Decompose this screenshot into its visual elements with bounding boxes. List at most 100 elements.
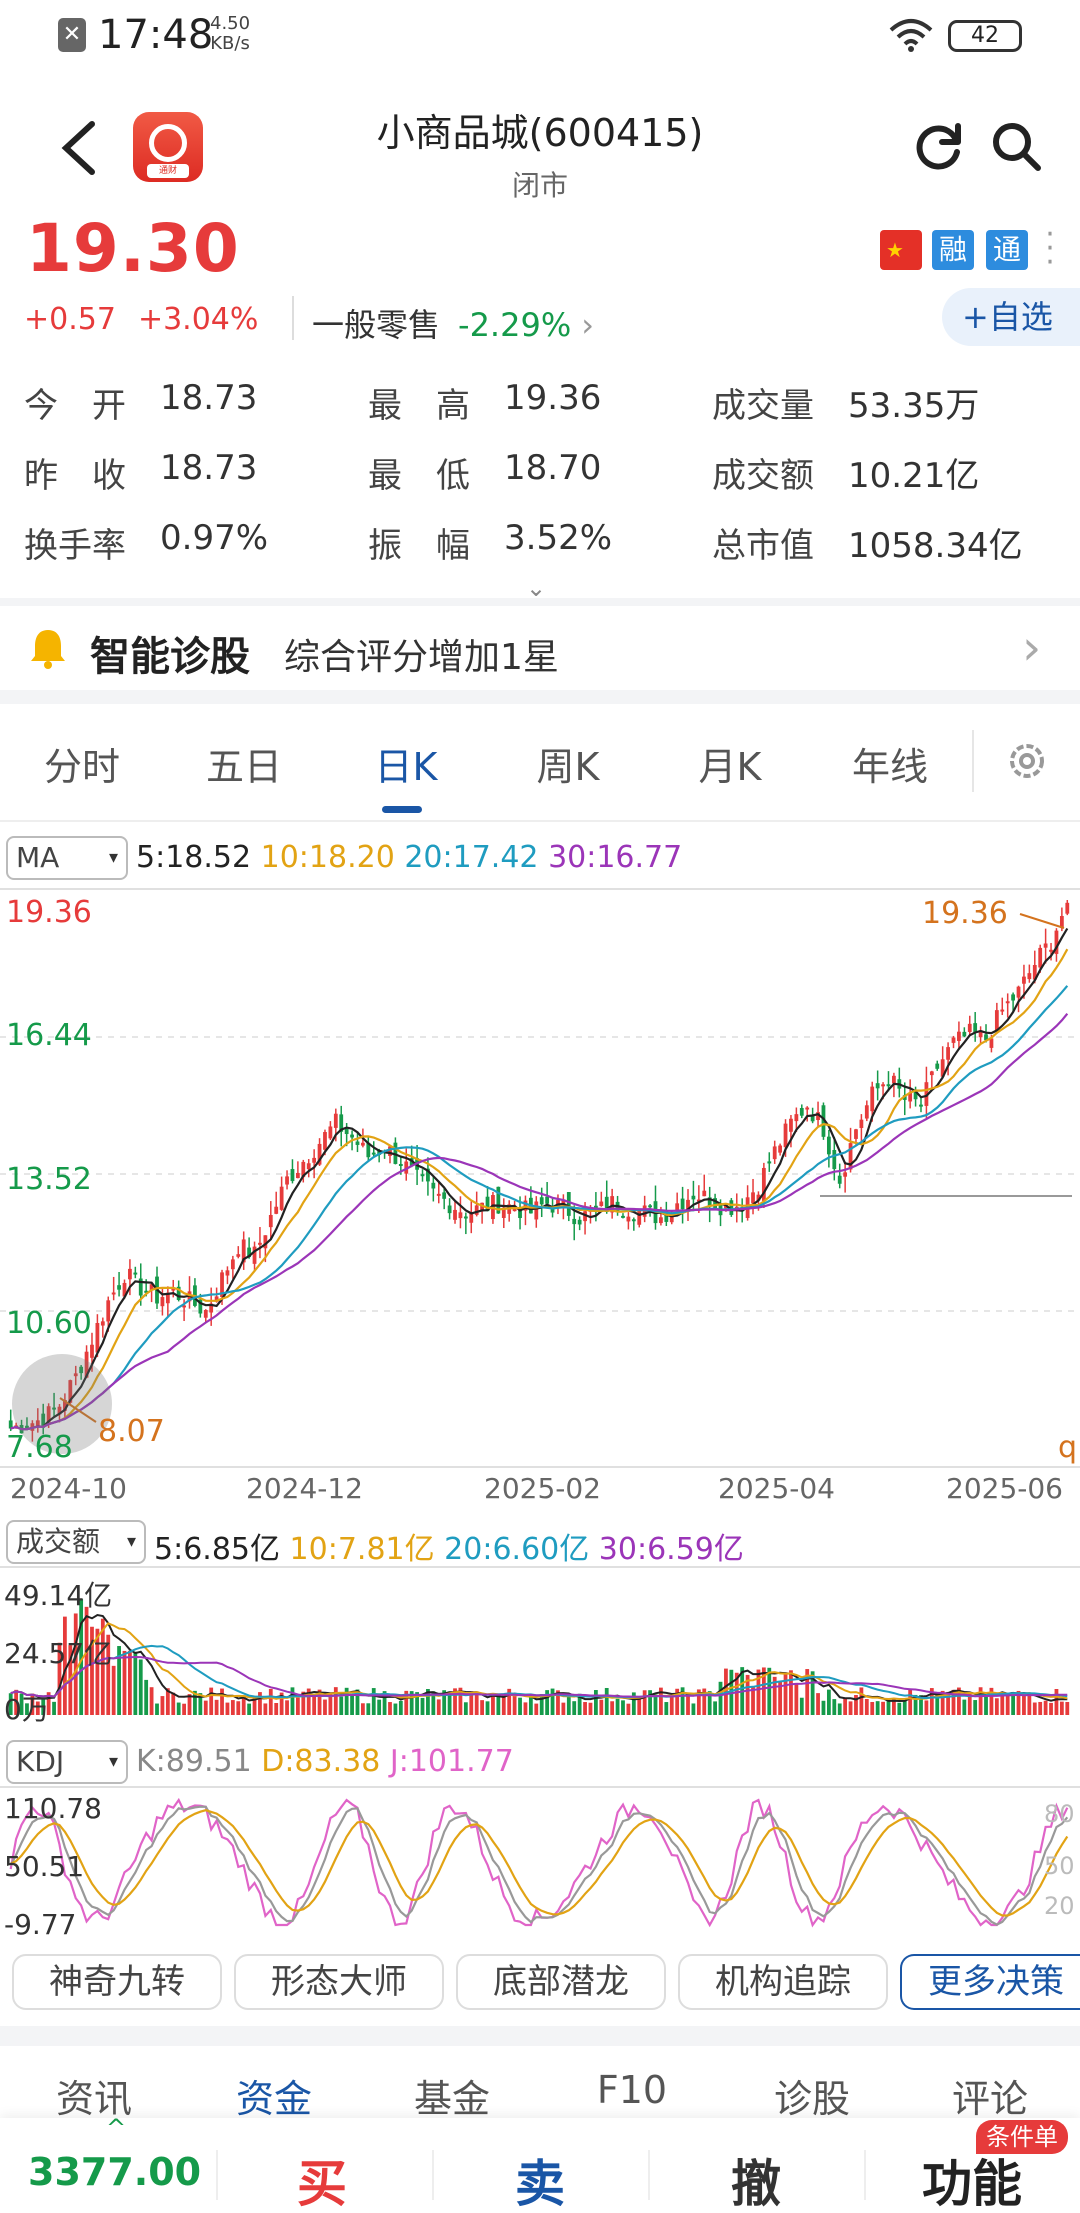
- chip-pattern-master[interactable]: 形态大师: [234, 1954, 444, 2010]
- kdj-select[interactable]: KDJ ▾: [6, 1740, 128, 1784]
- add-watchlist-button[interactable]: +自选: [942, 288, 1080, 346]
- volume-bar: [902, 1700, 907, 1715]
- back-arrow-icon[interactable]: [56, 118, 100, 178]
- candle-body: [252, 1246, 257, 1264]
- connect-badge[interactable]: 通: [986, 230, 1028, 270]
- volume-bar: [566, 1695, 571, 1715]
- functions-button[interactable]: 功能: [872, 2144, 1072, 2213]
- candle-body: [312, 1157, 317, 1163]
- search-icon[interactable]: [990, 120, 1044, 174]
- refresh-icon[interactable]: [912, 120, 966, 174]
- candle-body: [1000, 1009, 1005, 1012]
- volume-bar: [984, 1695, 988, 1715]
- conditional-order-badge[interactable]: 条件单: [976, 2120, 1068, 2154]
- candle-body: [355, 1141, 360, 1145]
- volume-bar: [973, 1700, 978, 1715]
- candle-body: [659, 1217, 663, 1224]
- volume-select[interactable]: 成交额 ▾: [6, 1520, 146, 1564]
- quote-label: 最 低: [368, 456, 470, 496]
- candle-body: [469, 1213, 474, 1223]
- volume-bar: [816, 1693, 820, 1715]
- app-logo[interactable]: 通财: [133, 112, 203, 182]
- tab-weekly-k[interactable]: 周K: [488, 736, 648, 791]
- sector-name: 一般零售: [312, 306, 441, 344]
- volume-bar: [826, 1689, 831, 1715]
- divider: [864, 2150, 866, 2200]
- tab-daily-k[interactable]: 日K: [326, 736, 486, 791]
- volume-bar: [263, 1703, 268, 1715]
- vol10-value: 10:7.81亿: [289, 1532, 435, 1567]
- tab-news[interactable]: 资讯: [4, 2068, 184, 2123]
- candle-body: [772, 1146, 777, 1160]
- volume-bar: [333, 1687, 338, 1715]
- candle-body: [350, 1134, 354, 1138]
- diagnosis-text[interactable]: 综合评分增加1星: [284, 628, 559, 680]
- candle-body: [203, 1310, 208, 1318]
- cancel-order-button[interactable]: 撤: [656, 2144, 856, 2213]
- volume-bar: [214, 1699, 219, 1715]
- candle-body: [111, 1292, 116, 1295]
- buy-button[interactable]: 买: [222, 2144, 422, 2213]
- tab-yearly[interactable]: 年线: [810, 736, 970, 791]
- speed-value: 4.50: [210, 13, 251, 34]
- chevron-up-icon[interactable]: ^: [106, 2114, 126, 2142]
- chevron-right-icon[interactable]: ›: [1022, 620, 1041, 676]
- price-tick: 16.44: [6, 1018, 92, 1053]
- sector-percent: -2.29%: [458, 306, 572, 344]
- volume-bar: [285, 1700, 289, 1715]
- margin-badge[interactable]: 融: [932, 230, 974, 270]
- candle-body: [268, 1214, 273, 1228]
- chip-more-decisions[interactable]: 更多决策: [900, 1954, 1080, 2010]
- quote-high: 19.36: [504, 378, 602, 418]
- index-ticker[interactable]: 3377.00: [28, 2150, 201, 2194]
- volume-bar: [767, 1667, 772, 1715]
- volume-bar: [182, 1703, 186, 1715]
- china-flag-icon: ★: [880, 230, 922, 270]
- candle-body: [767, 1161, 772, 1164]
- volume-chart[interactable]: [0, 1565, 1080, 1725]
- kdj-tick: -9.77: [4, 1908, 77, 1941]
- more-vertical-icon[interactable]: · · ·: [1040, 220, 1060, 278]
- volume-bar: [176, 1702, 181, 1715]
- ma-select[interactable]: MA ▾: [6, 836, 128, 880]
- volume-bar: [588, 1702, 593, 1715]
- tab-comments[interactable]: 评论: [900, 2068, 1080, 2123]
- sector-link[interactable]: 一般零售 -2.29% ›: [312, 300, 594, 346]
- divider: [0, 820, 1080, 822]
- candle-body: [778, 1145, 783, 1153]
- tab-intraday[interactable]: 分时: [2, 736, 162, 791]
- chip-bottom-dragon[interactable]: 底部潜龙: [456, 1954, 666, 2010]
- quote-volume: 53.35万: [848, 386, 980, 426]
- candle-body: [279, 1186, 284, 1210]
- volume-bar: [258, 1692, 262, 1715]
- kline-chart[interactable]: [0, 888, 1080, 1468]
- tab-f10[interactable]: F10: [542, 2068, 722, 2112]
- tab-five-day[interactable]: 五日: [164, 736, 324, 791]
- tab-funds[interactable]: 基金: [362, 2068, 542, 2123]
- sell-button[interactable]: 卖: [440, 2144, 640, 2213]
- candle-body: [458, 1212, 463, 1219]
- candle-body: [962, 1031, 967, 1037]
- candle-body: [117, 1285, 121, 1290]
- gear-icon[interactable]: [1002, 736, 1052, 786]
- tab-monthly-k[interactable]: 月K: [650, 736, 810, 791]
- kdj-chart[interactable]: [0, 1785, 1080, 1940]
- volume-bar: [377, 1699, 382, 1715]
- volume-bar: [832, 1699, 837, 1715]
- chip-magic-nine[interactable]: 神奇九转: [12, 1954, 222, 2010]
- diagnosis-title[interactable]: 智能诊股: [90, 624, 250, 682]
- quote-row: 昨 收 18.73 最 低 18.70 成交额 10.21亿: [0, 448, 1080, 498]
- tab-diagnosis[interactable]: 诊股: [722, 2068, 902, 2123]
- volume-bar: [295, 1697, 300, 1715]
- tab-capital[interactable]: 资金: [184, 2068, 364, 2123]
- candle-body: [864, 1105, 869, 1119]
- chip-institution-track[interactable]: 机构追踪: [678, 1954, 888, 2010]
- dropdown-arrow-icon: ▾: [108, 1751, 118, 1772]
- quote-amplitude: 3.52%: [504, 518, 613, 558]
- volume-bar: [225, 1702, 230, 1715]
- candle-body: [1011, 994, 1016, 1001]
- edge-mark: q: [1058, 1430, 1078, 1465]
- candle-body: [398, 1163, 403, 1166]
- volume-bar: [1043, 1700, 1048, 1715]
- volume-bar: [534, 1703, 539, 1715]
